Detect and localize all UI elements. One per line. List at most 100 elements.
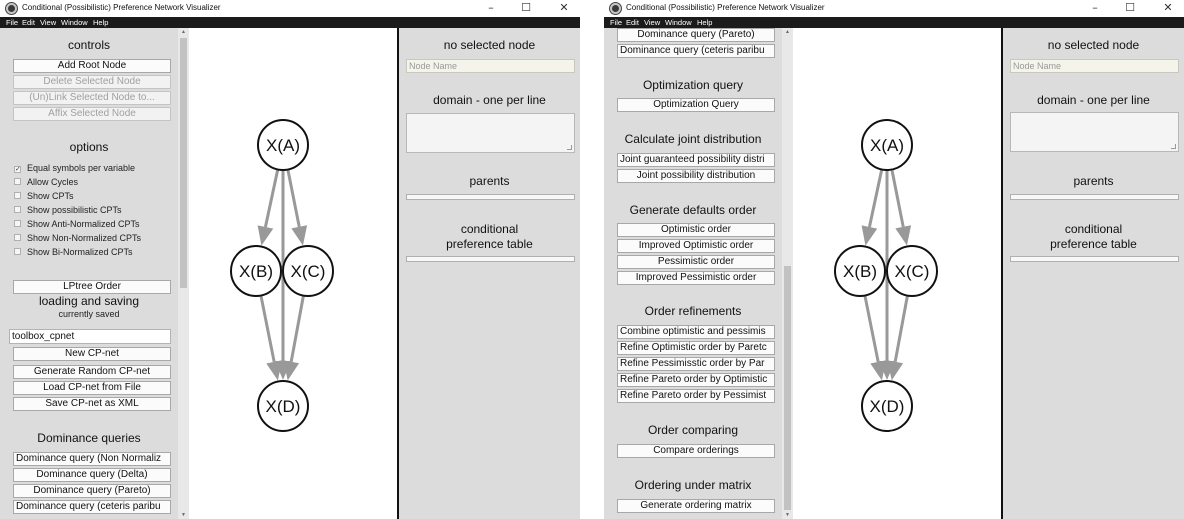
option-show-non-normalized-cpts[interactable]: Show Non-Normalized CPTs [14, 233, 141, 243]
optimization-query-button[interactable]: Optimization Query [617, 98, 775, 112]
graph-node-xd[interactable]: X(D) [861, 380, 913, 432]
checkbox-icon[interactable] [14, 206, 21, 213]
option-equal-symbols[interactable]: ✓ Equal symbols per variable [14, 163, 135, 173]
menu-file[interactable]: File [610, 17, 622, 28]
node-label: X(A) [266, 136, 300, 155]
resize-grip-icon[interactable] [1171, 144, 1176, 149]
controls-scrollbar[interactable]: ▲ ▼ [782, 28, 793, 519]
option-show-bi-normalized-cpts[interactable]: Show Bi-Normalized CPTs [14, 247, 133, 257]
domain-textarea[interactable] [1010, 112, 1179, 152]
dominance-nonnormalized-button[interactable]: Dominance query (Non Normaliz [13, 452, 171, 466]
option-allow-cycles[interactable]: Allow Cycles [14, 177, 78, 187]
checkbox-icon[interactable] [14, 192, 21, 199]
graph-node-xa[interactable]: X(A) [257, 119, 309, 171]
menu-help[interactable]: Help [697, 17, 712, 28]
controls-heading: controls [67, 38, 111, 52]
improved-optimistic-order-button[interactable]: Improved Optimistic order [617, 239, 775, 253]
close-button[interactable]: ✕ [551, 1, 577, 16]
refine-optimistic-by-pareto-button[interactable]: Refine Optimistic order by Paretc [617, 341, 775, 355]
scrollbar-thumb[interactable] [784, 266, 791, 510]
option-show-anti-normalized-cpts[interactable]: Show Anti-Normalized CPTs [14, 219, 140, 229]
parents-list[interactable] [1010, 194, 1179, 200]
checkbox-checked-icon[interactable]: ✓ [14, 166, 21, 173]
refine-pareto-by-pessimistic-button[interactable]: Refine Pareto order by Pessimist [617, 389, 775, 403]
graph-canvas[interactable]: X(A) X(B) X(C) X(D) [189, 28, 397, 519]
checkbox-icon[interactable] [14, 248, 21, 255]
edge-xb-xd [259, 295, 276, 363]
cpt-table[interactable] [406, 256, 575, 262]
graph-node-xb[interactable]: X(B) [230, 245, 282, 297]
menu-bar: File Edit View Window Help [604, 17, 1184, 28]
main-window-left: Conditional (Possibilistic) Preference N… [0, 0, 580, 519]
graph-canvas[interactable]: X(A) X(B) X(C) X(D) [793, 28, 1001, 519]
graph-node-xa[interactable]: X(A) [861, 119, 913, 171]
combine-optimistic-pessimistic-button[interactable]: Combine optimistic and pessimis [617, 325, 775, 339]
minimize-button[interactable]: – [478, 1, 504, 16]
joint-possibility-button[interactable]: Joint possibility distribution [617, 169, 775, 183]
cpt-label-line1: conditional [1064, 222, 1123, 236]
scroll-up-icon[interactable]: ▲ [782, 28, 793, 36]
parents-list[interactable] [406, 194, 575, 200]
menu-file[interactable]: File [6, 17, 18, 28]
menu-view[interactable]: View [40, 17, 56, 28]
arrowhead-icon [291, 225, 308, 246]
refine-pessimistic-by-pareto-button[interactable]: Refine Pessimisstic order by Par [617, 357, 775, 371]
checkbox-icon[interactable] [14, 220, 21, 227]
dominance-pareto-button[interactable]: Dominance query (Pareto) [13, 484, 171, 498]
maximize-button[interactable]: ☐ [1117, 1, 1143, 16]
menu-window[interactable]: Window [665, 17, 692, 28]
add-root-node-button[interactable]: Add Root Node [13, 59, 171, 73]
joint-guaranteed-possibility-button[interactable]: Joint guaranteed possibility distri [617, 153, 775, 167]
generate-ordering-matrix-button[interactable]: Generate ordering matrix [617, 499, 775, 513]
option-show-possibilistic-cpts[interactable]: Show possibilistic CPTs [14, 205, 122, 215]
dominance-ceteris-paribus-button[interactable]: Dominance query (ceteris paribu [617, 44, 775, 58]
graph-node-xb[interactable]: X(B) [834, 245, 886, 297]
scrollbar-thumb[interactable] [180, 38, 187, 288]
loading-saving-heading: loading and saving [38, 294, 140, 308]
new-cpnet-button[interactable]: New CP-net [13, 347, 171, 361]
graph-node-xc[interactable]: X(C) [886, 245, 938, 297]
menu-window[interactable]: Window [61, 17, 88, 28]
optimistic-order-button[interactable]: Optimistic order [617, 223, 775, 237]
filename-input[interactable]: toolbox_cpnet [9, 329, 171, 344]
scroll-up-icon[interactable]: ▲ [178, 28, 189, 36]
graph-node-xd[interactable]: X(D) [257, 380, 309, 432]
checkbox-icon[interactable] [14, 178, 21, 185]
affix-selected-node-button[interactable]: Affix Selected Node [13, 107, 171, 121]
menu-view[interactable]: View [644, 17, 660, 28]
domain-textarea[interactable] [406, 113, 575, 153]
node-name-input[interactable]: Node Name [1010, 59, 1179, 73]
load-cpnet-button[interactable]: Load CP-net from File [13, 381, 171, 395]
cpt-table[interactable] [1010, 256, 1179, 262]
dominance-delta-button[interactable]: Dominance query (Delta) [13, 468, 171, 482]
lptree-order-button[interactable]: LPtree Order [13, 280, 171, 294]
refine-pareto-by-optimistic-button[interactable]: Refine Pareto order by Optimistic [617, 373, 775, 387]
dominance-pareto-button[interactable]: Dominance query (Pareto) [617, 28, 775, 42]
arrowhead-icon [895, 225, 912, 246]
maximize-button[interactable]: ☐ [513, 1, 539, 16]
delete-selected-node-button[interactable]: Delete Selected Node [13, 75, 171, 89]
domain-label: domain - one per line [433, 93, 546, 107]
option-show-cpts[interactable]: Show CPTs [14, 191, 74, 201]
menu-edit[interactable]: Edit [22, 17, 35, 28]
scroll-down-icon[interactable]: ▼ [178, 511, 189, 519]
close-button[interactable]: ✕ [1155, 1, 1181, 16]
dominance-ceteris-paribus-button[interactable]: Dominance query (ceteris paribu [13, 500, 171, 514]
save-cpnet-xml-button[interactable]: Save CP-net as XML [13, 397, 171, 411]
checkbox-icon[interactable] [14, 234, 21, 241]
link-selected-node-button[interactable]: (Un)Link Selected Node to... [13, 91, 171, 105]
compare-orderings-button[interactable]: Compare orderings [617, 444, 775, 458]
generate-random-cpnet-button[interactable]: Generate Random CP-net [13, 365, 171, 379]
minimize-button[interactable]: – [1082, 1, 1108, 16]
parents-label: parents [1073, 174, 1114, 188]
improved-pessimistic-order-button[interactable]: Improved Pessimistic order [617, 271, 775, 285]
menu-edit[interactable]: Edit [626, 17, 639, 28]
save-status: currently saved [58, 309, 120, 319]
controls-scrollbar[interactable]: ▲ ▼ [178, 28, 189, 519]
menu-help[interactable]: Help [93, 17, 108, 28]
resize-grip-icon[interactable] [567, 145, 572, 150]
scroll-down-icon[interactable]: ▼ [782, 511, 793, 519]
graph-node-xc[interactable]: X(C) [282, 245, 334, 297]
pessimistic-order-button[interactable]: Pessimistic order [617, 255, 775, 269]
node-name-input[interactable]: Node Name [406, 59, 575, 73]
